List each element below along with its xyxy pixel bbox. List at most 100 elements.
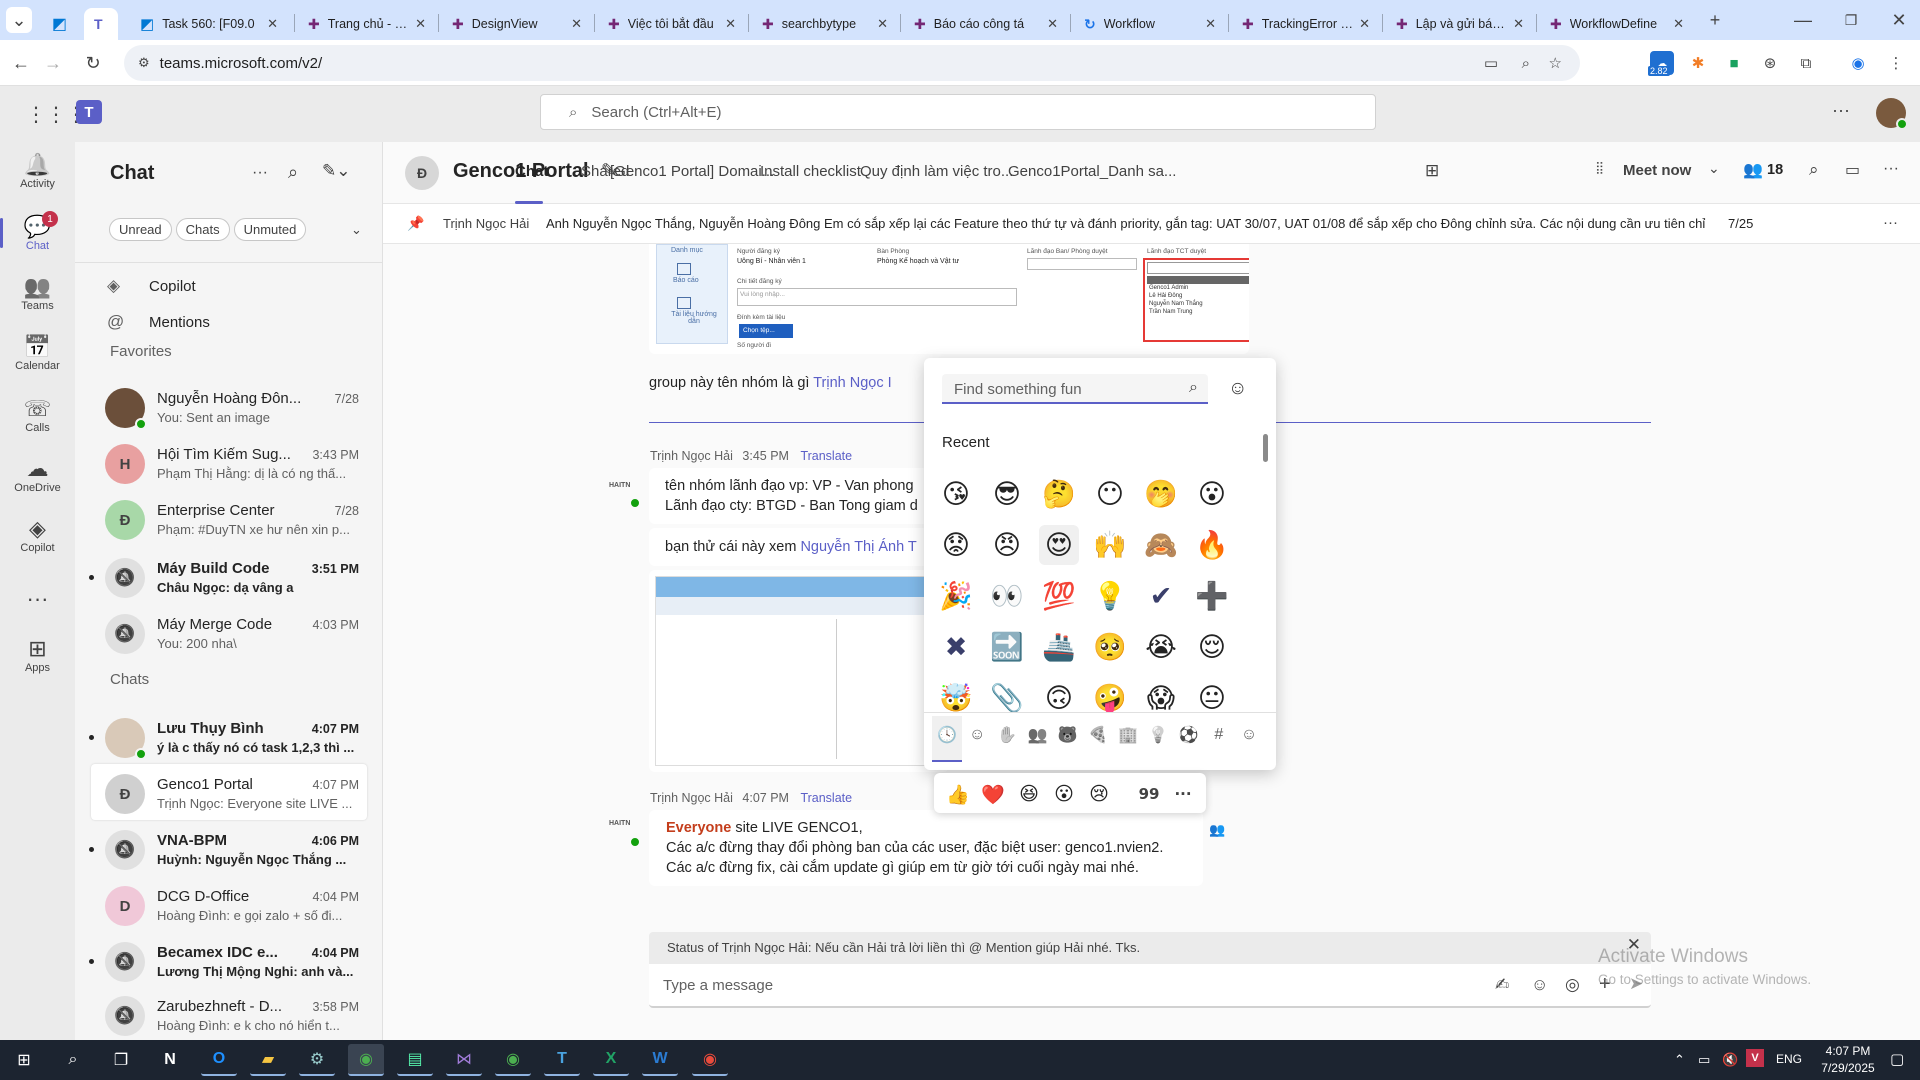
- rail-item-apps[interactable]: ⊞ Apps: [0, 626, 75, 684]
- browser-tab[interactable]: ✚ TrackingError - T ✕: [1232, 8, 1380, 40]
- shared-image-2[interactable]: [649, 570, 949, 772]
- taskbar-visualstudio-icon[interactable]: ⋈: [446, 1044, 482, 1076]
- taskbar-notepad-icon[interactable]: ▤: [397, 1044, 433, 1076]
- install-app-icon[interactable]: ▭: [1484, 54, 1498, 72]
- taskbar-outlook-icon[interactable]: O: [201, 1044, 237, 1076]
- surprised-emoji[interactable]: 😮: [1192, 474, 1232, 514]
- tab-teams-active[interactable]: T: [84, 8, 118, 40]
- browser-tab[interactable]: ✚ Báo cáo công tá ✕: [904, 8, 1068, 40]
- search-input[interactable]: ⌕ Search (Ctrl+Alt+E): [540, 94, 1376, 130]
- tab-conversation-3[interactable]: Install checklist: [760, 163, 861, 180]
- rail-item-teams[interactable]: 👥 Teams: [0, 264, 75, 322]
- meet-now-button[interactable]: Meet now: [1623, 162, 1691, 179]
- taskbar-chrome2-icon[interactable]: ◉: [495, 1044, 531, 1076]
- chat-search-icon[interactable]: ⌕: [288, 162, 298, 183]
- mention-link[interactable]: Nguyễn Thị Ánh T: [800, 539, 916, 555]
- mind-blown-emoji[interactable]: 🤯: [936, 678, 976, 712]
- forward-icon[interactable]: →: [40, 50, 66, 76]
- browser-tab[interactable]: ✚ DesignView ✕: [442, 8, 592, 40]
- taskbar-search-icon[interactable]: ⌕: [55, 1044, 91, 1076]
- more-options-icon[interactable]: ···: [1832, 100, 1850, 121]
- taskbar-onenote-icon[interactable]: N: [152, 1044, 188, 1076]
- loop-icon[interactable]: ◎: [1565, 975, 1580, 995]
- symbols-icon[interactable]: #: [1207, 723, 1231, 747]
- emoji-scrollbar[interactable]: [1263, 434, 1268, 462]
- browser-tab[interactable]: ✚ searchbytype ✕: [752, 8, 898, 40]
- tab-devops[interactable]: ◩ Task 560: [F09.0 ✕: [130, 8, 288, 40]
- translate-link[interactable]: Translate: [800, 449, 852, 463]
- cross-emoji[interactable]: ✖: [936, 627, 976, 667]
- pinned-more-icon[interactable]: ···: [1883, 214, 1898, 231]
- translate-link[interactable]: Translate: [800, 791, 852, 805]
- message-bubble[interactable]: tên nhóm lãnh đạo vp: VP - Van phong Lãn…: [649, 468, 949, 524]
- clock-time[interactable]: 4:07 PM: [1816, 1044, 1880, 1058]
- meet-dropdown-icon[interactable]: ⌄: [1708, 160, 1720, 177]
- quote-reply-button[interactable]: 99: [1136, 781, 1162, 807]
- close-window-button[interactable]: ✕: [1886, 7, 1912, 33]
- ext-green-icon[interactable]: ■: [1722, 51, 1746, 75]
- rail-item-calls[interactable]: ☏ Calls: [0, 386, 75, 444]
- activities-icon[interactable]: ⚽: [1177, 723, 1201, 747]
- upside-down-emoji[interactable]: 🙃: [1039, 678, 1079, 713]
- chat-list-item[interactable]: H Hội Tìm Kiếm Sug... 3:43 PM Phạm Thị Hằng…: [91, 434, 367, 490]
- chat-more-icon[interactable]: ···: [252, 164, 268, 182]
- minimize-button[interactable]: —: [1790, 7, 1816, 33]
- chat-list-item[interactable]: Lưu Thụy Bình 4:07 PM ý là c thấy nó có ta…: [89, 708, 367, 764]
- find-icon[interactable]: ⌕: [1809, 160, 1819, 180]
- profile-icon[interactable]: ◉: [1846, 51, 1870, 75]
- tab-conversation-5[interactable]: Genco1Portal_Danh sa...: [1008, 163, 1176, 180]
- fire-emoji[interactable]: 🔥: [1192, 525, 1232, 565]
- check-emoji[interactable]: ✔: [1141, 576, 1181, 616]
- tab-close-icon[interactable]: ✕: [267, 16, 278, 32]
- browser-menu-icon[interactable]: ⋮: [1884, 51, 1908, 75]
- participants-count[interactable]: 18: [1767, 162, 1783, 178]
- rail-item-copilot[interactable]: ◈ Copilot: [0, 506, 75, 564]
- people-icon[interactable]: 👥: [1026, 723, 1050, 747]
- zany-emoji[interactable]: 🤪: [1090, 678, 1130, 712]
- rail-item-chat[interactable]: 💬 Chat 1: [0, 204, 75, 262]
- browser-tab[interactable]: ✚ Trang chủ - Ban ✕: [298, 8, 436, 40]
- restore-button[interactable]: ❐: [1838, 7, 1864, 33]
- angry-emoji[interactable]: 😠: [987, 525, 1027, 565]
- pinned-item-copilot[interactable]: ◈ Copilot: [91, 272, 367, 304]
- pleading-emoji[interactable]: 🥺: [1090, 627, 1130, 667]
- neutral-emoji[interactable]: 😐: [1192, 678, 1232, 713]
- bookmark-star-icon[interactable]: ☆: [1549, 54, 1562, 72]
- heart-eyes-emoji[interactable]: 😍: [1039, 525, 1079, 565]
- rail-item-more[interactable]: ···: [0, 570, 75, 628]
- ext-orange-icon[interactable]: ✱: [1686, 51, 1710, 75]
- taskbar-word-icon[interactable]: W: [642, 1044, 678, 1076]
- taskbar-chrome-icon[interactable]: ◉: [348, 1044, 384, 1076]
- surprised-reaction[interactable]: 😮: [1051, 781, 1077, 807]
- tab-close-icon[interactable]: ✕: [725, 16, 736, 32]
- network-icon[interactable]: ▭: [1698, 1052, 1710, 1068]
- skin-tone-icon[interactable]: ☺: [1228, 378, 1247, 400]
- message-bubble[interactable]: group này tên nhóm là gì Trịnh Ngọc I: [649, 368, 949, 398]
- new-tab-button[interactable]: +: [1702, 7, 1728, 33]
- taskbar-excel-icon[interactable]: X: [593, 1044, 629, 1076]
- tab-close-icon[interactable]: ✕: [1205, 16, 1216, 32]
- smileys-icon[interactable]: ☺: [965, 723, 989, 747]
- taskbar-chrome3-icon[interactable]: ◉: [692, 1044, 728, 1076]
- filter-expand-icon[interactable]: ⌄: [351, 222, 362, 238]
- tab-conversation-4[interactable]: Quy định làm việc tro...: [860, 163, 1013, 180]
- tab-close-icon[interactable]: ✕: [1673, 16, 1684, 32]
- chat-list-item[interactable]: 🔕 Zarubezhneft - D... 3:58 PM Hoàng Đình: e…: [91, 986, 367, 1042]
- zoom-icon[interactable]: ⌕: [1522, 55, 1530, 72]
- message-bubble[interactable]: Everyone site LIVE GENCO1, Các a/c đừng …: [649, 810, 1203, 886]
- animals-icon[interactable]: 🐻: [1056, 723, 1080, 747]
- conversation-more-icon[interactable]: ···: [1883, 160, 1899, 178]
- eyes-emoji[interactable]: 👀: [987, 576, 1027, 616]
- sunglasses-emoji[interactable]: 😎: [987, 474, 1027, 514]
- custom-icon[interactable]: ☺: [1237, 723, 1261, 747]
- raised-hands-emoji[interactable]: 🙌: [1090, 525, 1130, 565]
- crying-emoji[interactable]: 😭: [1141, 627, 1181, 667]
- blank-emoji[interactable]: 😶: [1090, 474, 1130, 514]
- recent-icon[interactable]: 🕓: [935, 723, 959, 747]
- tab-close-icon[interactable]: ✕: [415, 16, 426, 32]
- browser-tab[interactable]: ✚ WorkflowDefine ✕: [1540, 8, 1694, 40]
- new-chat-icon[interactable]: ✎⌄: [322, 161, 351, 181]
- reload-icon[interactable]: ↻: [80, 50, 106, 76]
- taskbar-start-icon[interactable]: ⊞: [6, 1044, 42, 1076]
- scream-emoji[interactable]: 😱: [1141, 678, 1181, 713]
